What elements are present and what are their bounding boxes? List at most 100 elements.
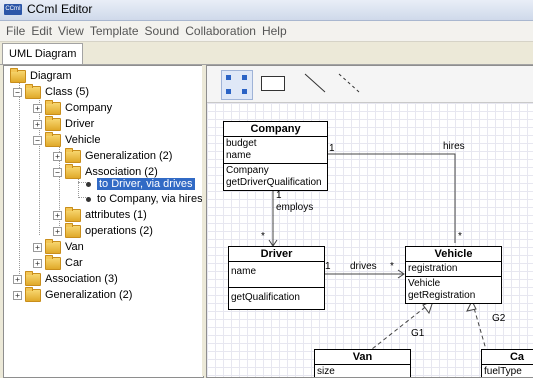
uml-class-driver[interactable]: Driver name getQualification [228, 246, 325, 310]
tree-item-association[interactable]: + Association (3) [13, 270, 118, 287]
association-tool[interactable] [301, 70, 331, 98]
tree-item-label: Class (5) [45, 86, 90, 98]
tree-item-car[interactable]: + Car [33, 254, 83, 271]
selection-handle-icon [226, 89, 231, 94]
class-name: Ca [482, 350, 533, 365]
hires-association-line [325, 153, 456, 243]
diagram-canvas-panel: Company budget name Company getDriverQua… [206, 65, 533, 378]
tree-item-label: Generalization (2) [85, 150, 173, 162]
operation: getRegistration [408, 290, 476, 301]
operation: Vehicle [408, 278, 441, 289]
expand-icon[interactable]: + [53, 210, 62, 220]
folder-icon [45, 115, 61, 131]
folder-icon [45, 99, 61, 115]
tree-item-label: Driver [65, 118, 95, 130]
class-attributes: registration [406, 262, 501, 277]
tree-item-operations[interactable]: + operations (2) [53, 222, 153, 239]
folder-icon [45, 254, 61, 270]
expand-icon[interactable]: + [13, 274, 22, 284]
bullet-icon [86, 196, 91, 202]
tree-item-to-driver[interactable]: to Driver, via drives [86, 176, 195, 192]
tree-item-vehicle[interactable]: − Vehicle [33, 131, 101, 148]
tree-item-attributes[interactable]: + attributes (1) [53, 206, 147, 223]
menu-file[interactable]: File [0, 21, 28, 41]
tree-connector [78, 182, 86, 183]
diagram-toolbar [207, 66, 533, 103]
bullet-icon [86, 181, 91, 187]
uml-class-company[interactable]: Company budget name Company getDriverQua… [223, 121, 328, 191]
selection-handle-icon [226, 75, 231, 80]
menu-template[interactable]: Template [87, 21, 142, 41]
selection-handle-icon [242, 75, 247, 80]
tree-item-driver[interactable]: + Driver [33, 115, 95, 132]
diagram-grid[interactable]: Company budget name Company getDriverQua… [207, 103, 533, 377]
dependency-tool[interactable] [335, 70, 365, 98]
tree-item-label: Van [65, 241, 84, 253]
class-operations: Company getDriverQualification [224, 164, 327, 190]
select-tool[interactable] [221, 70, 253, 100]
multiplicity-label: * [261, 231, 265, 242]
attribute: registration [408, 263, 458, 274]
selection-handle-icon [242, 89, 247, 94]
collapse-icon[interactable]: − [13, 87, 22, 97]
folder-icon [65, 163, 81, 179]
attribute: name [231, 266, 257, 277]
tree-item-class[interactable]: − Class (5) [13, 83, 90, 100]
folder-icon [65, 222, 81, 238]
multiplicity-label: * [458, 231, 462, 242]
expand-icon[interactable]: + [33, 119, 42, 129]
tree-item-label-selected: to Driver, via drives [97, 178, 195, 190]
menu-help[interactable]: Help [259, 21, 290, 41]
tree-item-generalization[interactable]: + Generalization (2) [13, 286, 132, 303]
expand-icon[interactable]: + [53, 151, 62, 161]
uml-class-van[interactable]: Van size [314, 349, 411, 377]
collapse-icon[interactable]: − [33, 135, 42, 145]
tree-item-label: to Company, via hires [97, 193, 203, 205]
menu-bar: File Edit View Template Sound Collaboration He… [0, 21, 533, 42]
folder-icon [65, 147, 81, 163]
folder-icon [25, 270, 41, 286]
multiplicity-label: 1 [329, 143, 335, 154]
attribute: budget [226, 138, 257, 149]
tree-item-to-company[interactable]: to Company, via hires [86, 191, 203, 207]
expand-icon[interactable]: + [53, 226, 62, 236]
operation: Company [226, 165, 269, 176]
tree-item-label: operations (2) [85, 225, 153, 237]
generalization-label-g2: G2 [492, 313, 506, 324]
uml-class-vehicle[interactable]: Vehicle registration Vehicle getRegistra… [405, 246, 502, 304]
tree-item-company[interactable]: + Company [33, 99, 112, 116]
folder-icon [10, 67, 26, 83]
tree-item-vehicle-generalization[interactable]: + Generalization (2) [53, 147, 173, 164]
menu-view[interactable]: View [55, 21, 87, 41]
expand-icon[interactable]: + [33, 103, 42, 113]
attribute: name [226, 150, 252, 161]
collapse-icon[interactable]: − [53, 167, 62, 177]
association-label-employs: employs [276, 202, 314, 213]
tree-connector [78, 197, 86, 198]
tree-item-label: Car [65, 257, 83, 269]
generalization-label-g1: G1 [411, 328, 425, 339]
expand-icon[interactable]: + [33, 258, 42, 268]
rectangle-icon [261, 76, 285, 91]
class-tool[interactable] [257, 70, 287, 98]
app-icon: CCmI [4, 4, 22, 15]
menu-edit[interactable]: Edit [28, 21, 55, 41]
class-name: Vehicle [406, 247, 501, 262]
expand-icon[interactable]: + [33, 242, 42, 252]
class-name: Driver [229, 247, 324, 262]
class-operations: getQualification [229, 288, 324, 309]
tab-uml-diagram[interactable]: UML Diagram [2, 43, 84, 64]
class-attributes: size [315, 365, 410, 377]
menu-sound[interactable]: Sound [142, 21, 183, 41]
expand-icon[interactable]: + [13, 290, 22, 300]
menu-collaboration[interactable]: Collaboration [182, 21, 259, 41]
tree-item-diagram[interactable]: Diagram [10, 67, 72, 84]
multiplicity-label: 1 [276, 190, 282, 201]
title-bar: CCmI CCmI Editor [0, 0, 533, 21]
multiplicity-label: 1 [325, 261, 331, 272]
operation: getQualification [231, 292, 300, 303]
uml-class-car[interactable]: Ca fuelType [481, 349, 533, 377]
folder-icon [25, 83, 41, 99]
tree-item-van[interactable]: + Van [33, 238, 84, 255]
tree-item-label: Vehicle [65, 134, 101, 146]
